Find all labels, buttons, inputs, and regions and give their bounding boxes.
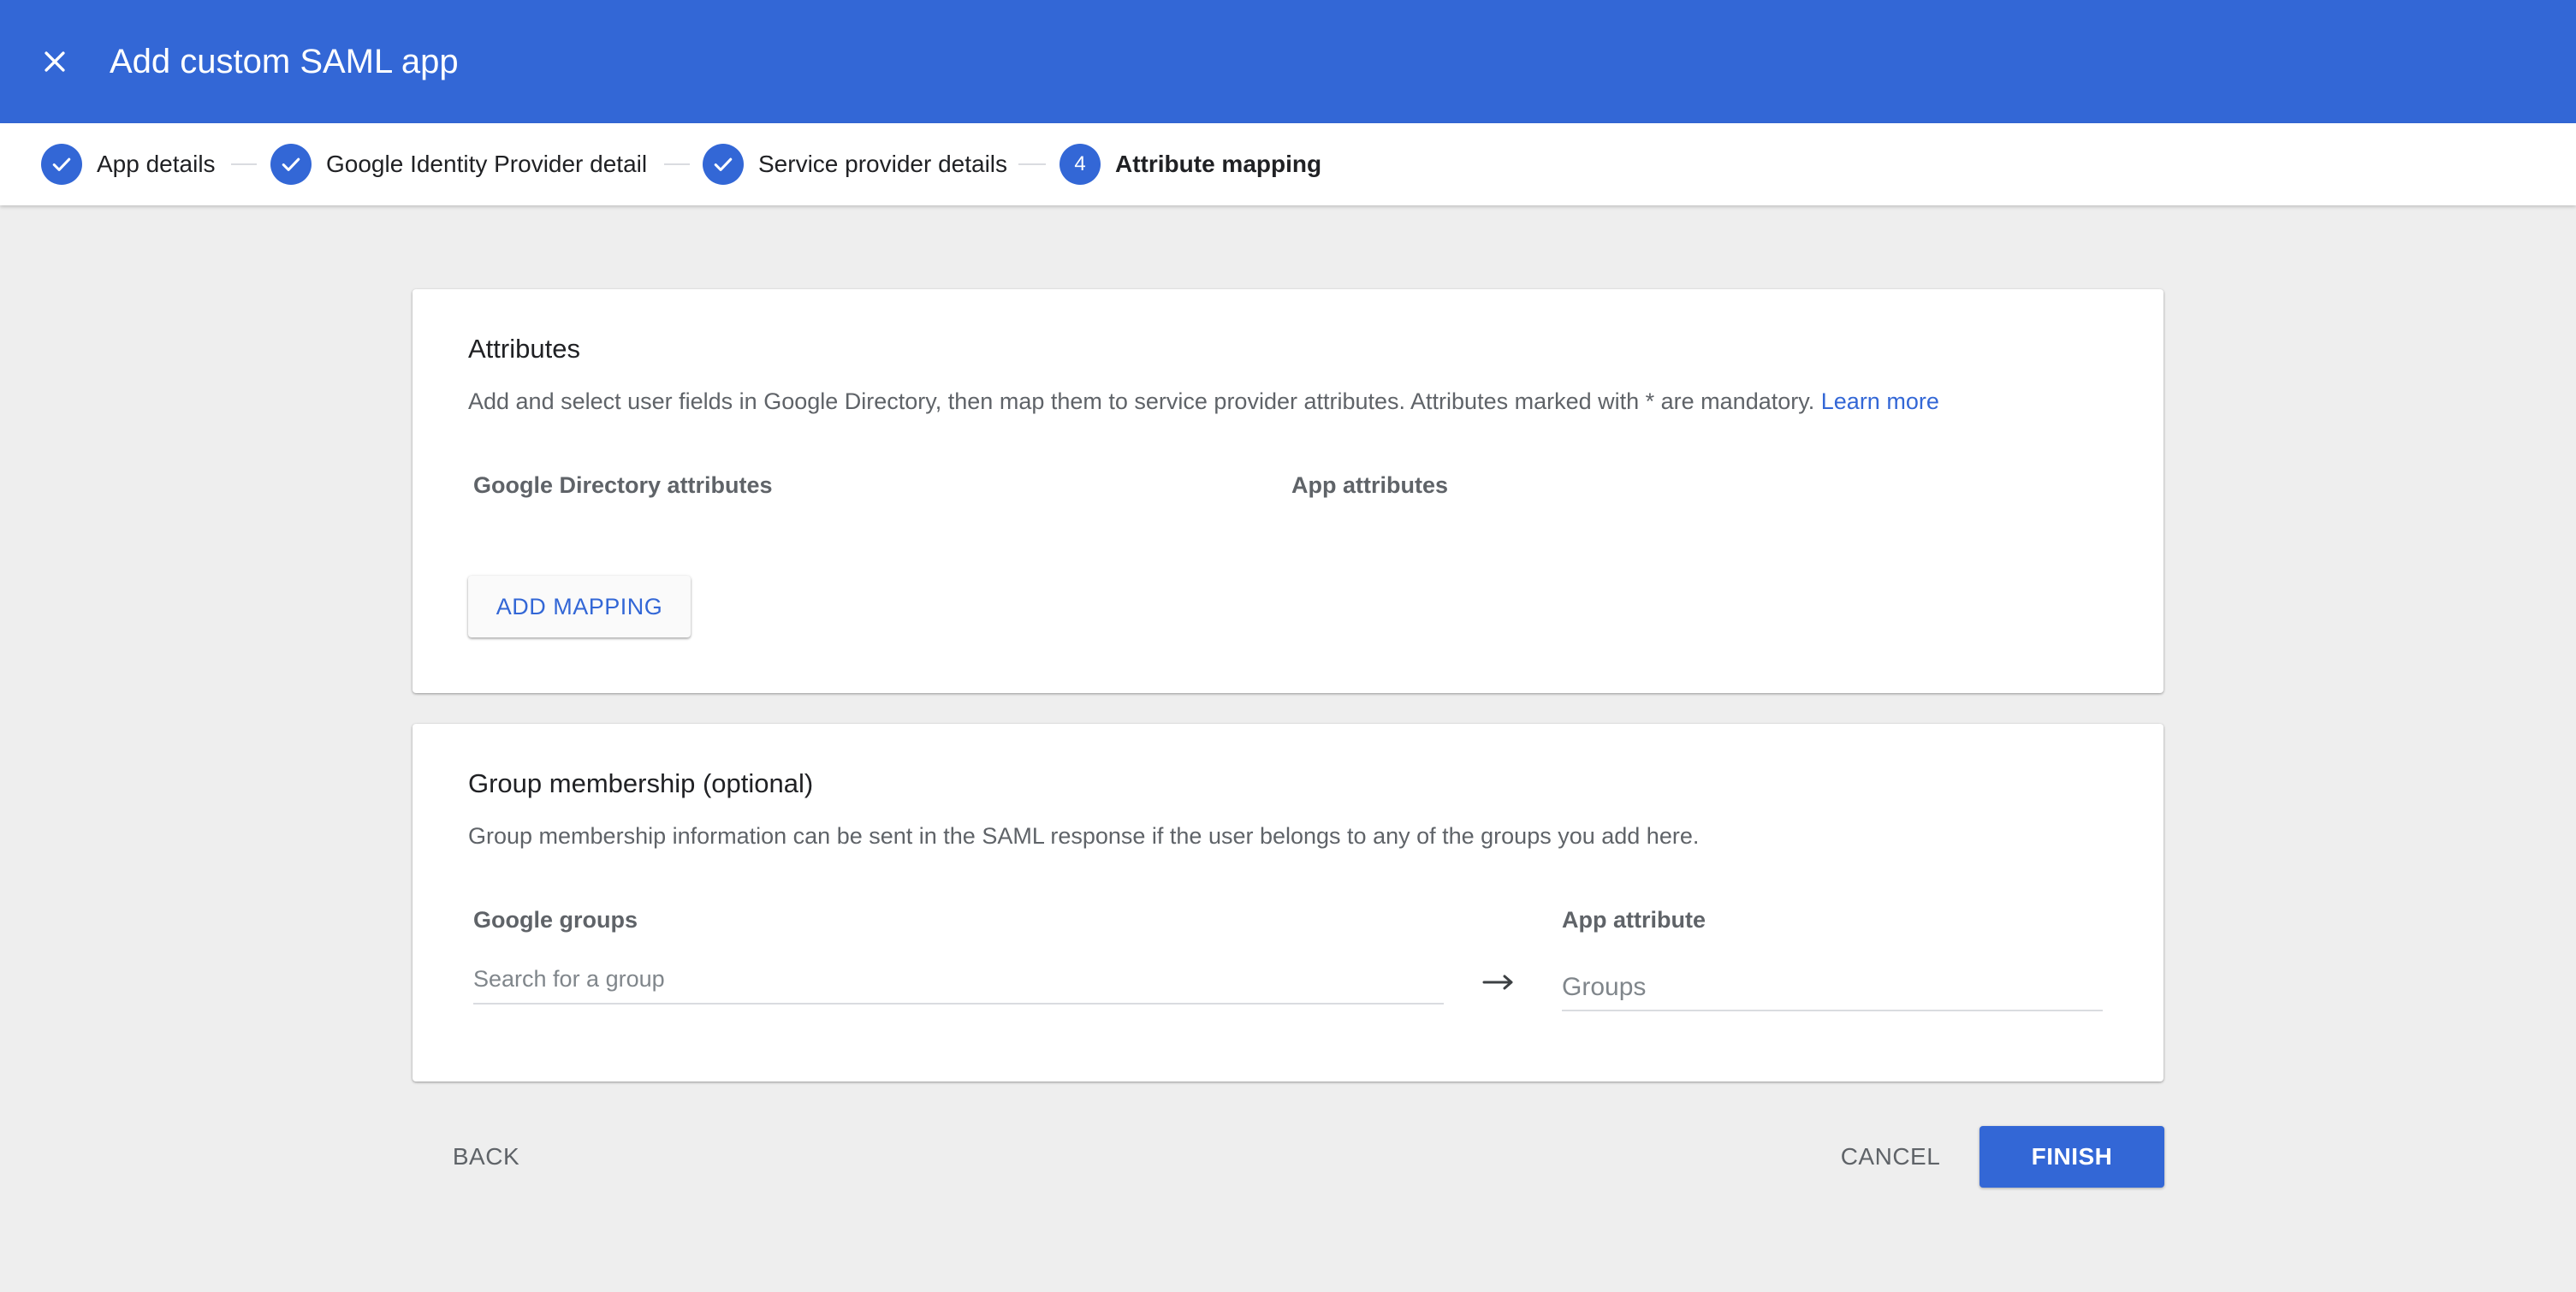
stepper: App details Google Identity Provider det… <box>0 123 2576 205</box>
google-groups-header: Google groups <box>473 907 638 933</box>
close-icon <box>45 51 65 72</box>
step-number-badge: 4 <box>1059 144 1101 185</box>
step-label: Attribute mapping <box>1115 151 1322 177</box>
group-membership-title: Group membership (optional) <box>468 768 814 798</box>
check-icon <box>282 157 300 171</box>
group-search-field <box>473 960 1444 1005</box>
group-search-input[interactable] <box>473 960 1444 998</box>
step-google-idp-details[interactable]: Google Identity Provider details <box>270 144 646 185</box>
app-header: Add custom SAML app <box>0 0 2576 123</box>
add-mapping-button[interactable]: ADD MAPPING <box>468 576 691 637</box>
app-attributes-header: App attributes <box>1291 472 1449 498</box>
attributes-description-text: Add and select user fields in Google Dir… <box>468 388 1815 414</box>
step-label: App details <box>97 151 216 177</box>
app-attribute-header: App attribute <box>1562 907 1706 933</box>
step-label: Google Identity Provider details <box>326 151 646 177</box>
group-membership-card: Group membership (optional) Group member… <box>413 724 2163 1082</box>
step-label: Service provider details <box>758 151 1008 177</box>
finish-button[interactable]: FINISH <box>1979 1126 2164 1188</box>
step-connector <box>664 163 690 165</box>
step-attribute-mapping[interactable]: 4 Attribute mapping <box>1059 144 1321 185</box>
page-title: Add custom SAML app <box>110 43 459 80</box>
attributes-card: Attributes Add and select user fields in… <box>413 289 2163 693</box>
step-complete-badge <box>703 144 744 185</box>
step-app-details[interactable]: App details <box>41 144 216 185</box>
step-complete-badge <box>41 144 82 185</box>
app-attribute-field <box>1562 969 2103 1011</box>
check-icon <box>714 157 733 171</box>
check-icon <box>52 157 71 171</box>
attributes-title: Attributes <box>468 334 580 364</box>
app-attribute-input[interactable] <box>1562 969 2103 1006</box>
attributes-description: Add and select user fields in Google Dir… <box>468 388 1939 415</box>
step-connector <box>1018 163 1046 165</box>
arrow-right-icon <box>1482 975 1513 990</box>
back-button[interactable]: BACK <box>438 1126 534 1188</box>
step-service-provider-details[interactable]: Service provider details <box>703 144 1007 185</box>
group-membership-description: Group membership information can be sent… <box>468 823 1700 849</box>
learn-more-link[interactable]: Learn more <box>1821 388 1939 414</box>
step-complete-badge <box>270 144 312 185</box>
step-connector <box>231 163 257 165</box>
cancel-button[interactable]: CANCEL <box>1833 1126 1948 1188</box>
close-button[interactable] <box>34 39 75 84</box>
google-directory-attributes-header: Google Directory attributes <box>473 472 773 498</box>
